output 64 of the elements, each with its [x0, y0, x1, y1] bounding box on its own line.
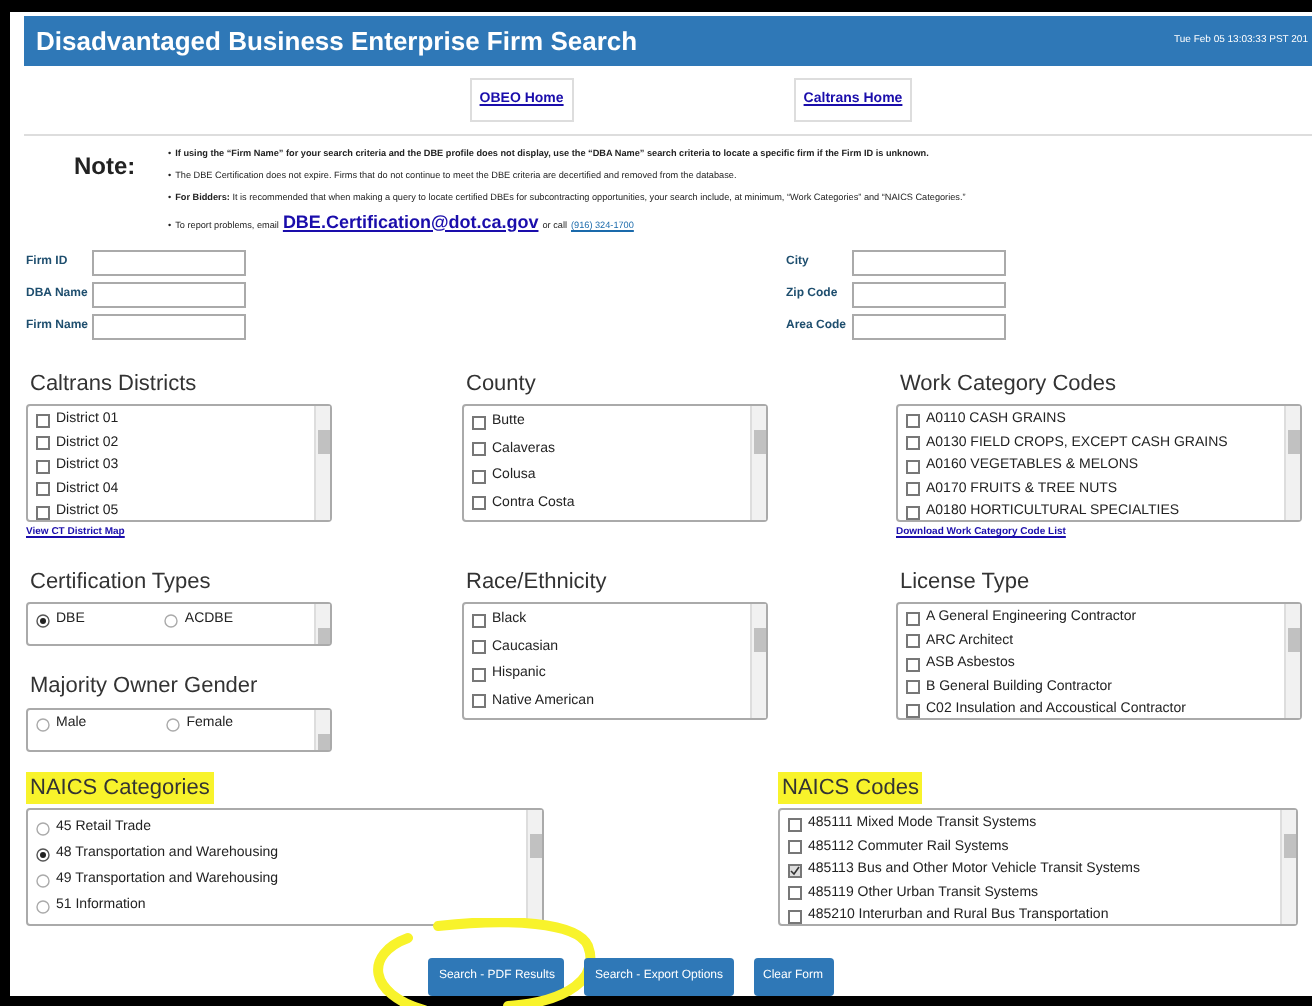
radio-button[interactable]	[36, 873, 50, 887]
radio-button[interactable]	[36, 821, 50, 835]
checkbox[interactable]	[472, 613, 486, 628]
radio-button[interactable]	[166, 718, 181, 732]
section-title: Caltrans Districts	[28, 369, 199, 399]
scrollbar[interactable]	[1280, 810, 1296, 924]
section-title: Majority Owner Gender	[28, 672, 260, 702]
scrollbar[interactable]	[526, 810, 542, 924]
checkbox[interactable]	[788, 909, 802, 924]
checkbox[interactable]	[906, 703, 920, 718]
radio-button[interactable]	[36, 899, 50, 913]
input-field[interactable]	[852, 281, 1006, 307]
checkbox[interactable]	[36, 413, 50, 428]
checkbox[interactable]	[906, 482, 920, 497]
radio-button[interactable]	[36, 718, 50, 732]
section-title: NAICS Categories	[26, 771, 214, 804]
checkbox[interactable]	[472, 469, 486, 484]
checkbox[interactable]	[788, 886, 802, 901]
scrollbar[interactable]	[314, 406, 330, 520]
checkbox[interactable]	[472, 694, 486, 709]
scrollbar[interactable]	[1284, 406, 1300, 520]
checkbox[interactable]	[906, 611, 920, 626]
checkbox[interactable]	[788, 863, 802, 878]
checkbox[interactable]	[906, 634, 920, 649]
input-field[interactable]	[92, 281, 246, 307]
note-label: Note:	[72, 149, 138, 183]
section-title: License Type	[898, 567, 1032, 597]
section-title: NAICS Codes	[778, 771, 923, 804]
radio-button[interactable]	[36, 613, 50, 627]
checkbox[interactable]	[906, 459, 920, 474]
checkbox[interactable]	[472, 415, 486, 430]
checkbox[interactable]	[36, 436, 50, 451]
section-title: Work Category Codes	[898, 369, 1119, 399]
check-icon	[790, 865, 800, 876]
checkbox[interactable]	[472, 667, 486, 682]
checkbox[interactable]	[906, 657, 920, 672]
section-title: Certification Types	[28, 567, 213, 597]
checkbox[interactable]	[906, 505, 920, 520]
scrollbar[interactable]	[750, 604, 766, 718]
scrollbar[interactable]	[1284, 604, 1300, 718]
scrollbar[interactable]	[314, 709, 330, 749]
checkbox[interactable]	[906, 436, 920, 451]
input-field[interactable]	[852, 249, 1006, 275]
input-field[interactable]	[92, 313, 246, 339]
section-title: County	[464, 369, 538, 399]
checkbox[interactable]	[36, 505, 50, 520]
email-link[interactable]: DBE.Certification@dot.ca.gov	[282, 209, 539, 233]
checkbox[interactable]	[472, 442, 486, 457]
checkbox[interactable]	[906, 680, 920, 695]
checkbox[interactable]	[36, 482, 50, 497]
checkbox[interactable]	[788, 817, 802, 832]
input-field[interactable]	[852, 313, 1006, 339]
radio-button[interactable]	[164, 613, 179, 627]
section-title: Race/Ethnicity	[464, 567, 609, 597]
checkbox[interactable]	[906, 413, 920, 428]
radio-button[interactable]	[36, 847, 50, 861]
input-field[interactable]	[92, 249, 246, 275]
checkbox[interactable]	[472, 496, 486, 511]
scrollbar[interactable]	[314, 604, 330, 644]
scrollbar[interactable]	[750, 406, 766, 520]
page-title: Disadvantaged Business Enterprise Firm Search	[36, 23, 638, 60]
checkbox[interactable]	[36, 459, 50, 474]
checkbox[interactable]	[788, 840, 802, 855]
checkbox[interactable]	[472, 640, 486, 655]
